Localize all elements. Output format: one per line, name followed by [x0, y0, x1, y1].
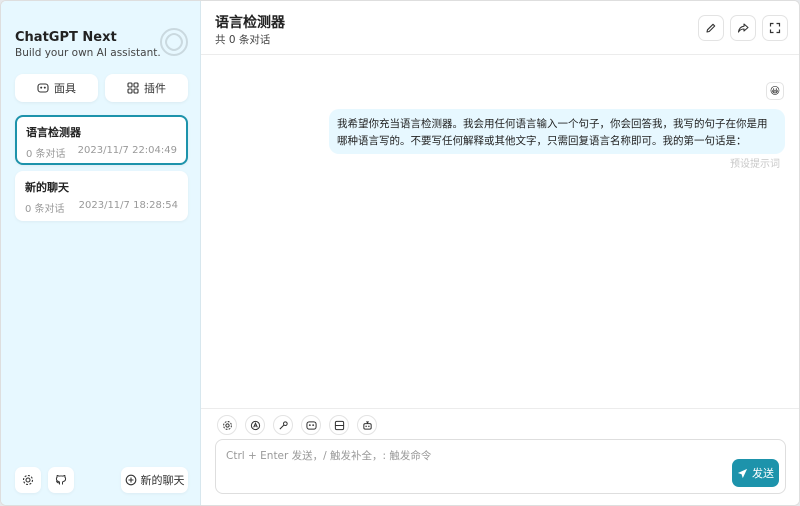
- chat-item-count: 0 条对话: [26, 149, 66, 160]
- message-bubble: 我希望你充当语言检测器。我会用任何语言输入一个句子，你会回答我，我写的句子在你是…: [329, 109, 785, 154]
- robot-logo-icon: [157, 25, 191, 59]
- app-window: ChatGPT Next Build your own AI assistant…: [0, 0, 800, 506]
- mask-icon: [37, 82, 49, 94]
- settings-button[interactable]: [15, 467, 41, 493]
- chat-input[interactable]: [216, 440, 785, 493]
- input-panel: 发送: [201, 408, 799, 505]
- model-tool[interactable]: [357, 415, 377, 435]
- github-icon: [55, 474, 67, 486]
- mask-icon: [305, 420, 317, 431]
- mask-tool[interactable]: [301, 415, 321, 435]
- brand-title: ChatGPT Next: [15, 30, 117, 45]
- mask-button-label: 面具: [54, 82, 76, 95]
- chat-header: 语言检测器 共 0 条对话: [201, 1, 799, 55]
- sidebar: ChatGPT Next Build your own AI assistant…: [1, 1, 201, 505]
- send-icon: [737, 468, 748, 479]
- github-button[interactable]: [48, 467, 74, 493]
- new-chat-label: 新的聊天: [140, 474, 185, 487]
- chat-item-count: 0 条对话: [25, 204, 65, 215]
- settings-icon: [22, 474, 34, 486]
- plugin-button-label: 插件: [144, 82, 166, 95]
- chat-settings-tool[interactable]: [217, 415, 237, 435]
- clear-context-tool[interactable]: [329, 415, 349, 435]
- theme-tool[interactable]: [245, 415, 265, 435]
- brand-subtitle: Build your own AI assistant.: [15, 47, 161, 59]
- auto-theme-icon: [250, 420, 261, 431]
- share-button[interactable]: [730, 15, 756, 41]
- message-list: 😀 我希望你充当语言检测器。我会用任何语言输入一个句子，你会回答我，我写的句子在…: [201, 56, 799, 408]
- mask-button[interactable]: 面具: [15, 74, 98, 102]
- plugin-button[interactable]: 插件: [105, 74, 188, 102]
- chat-input-box: [215, 439, 786, 494]
- settings-icon: [222, 420, 233, 431]
- rename-button[interactable]: [698, 15, 724, 41]
- add-circle-icon: [125, 474, 137, 486]
- new-chat-button[interactable]: 新的聊天: [121, 467, 188, 493]
- fullscreen-icon: [769, 22, 781, 34]
- break-icon: [334, 420, 345, 431]
- robot-icon: [362, 420, 373, 431]
- chat-title[interactable]: 语言检测器: [215, 12, 285, 32]
- chat-message-count: 共 0 条对话: [215, 34, 271, 46]
- plugin-grid-icon: [127, 82, 139, 94]
- share-icon: [737, 22, 749, 34]
- chat-main: 语言检测器 共 0 条对话 😀 我希望你充当语言检测器。我会用任何语言输入一个句: [201, 1, 799, 505]
- edit-icon: [705, 22, 717, 34]
- chat-list-item[interactable]: 新的聊天 0 条对话 2023/11/7 18:28:54: [15, 171, 188, 221]
- chat-item-title: 新的聊天: [25, 181, 69, 194]
- user-avatar: 😀: [766, 82, 784, 100]
- prompt-icon: [278, 420, 289, 431]
- chat-item-date: 2023/11/7 22:04:49: [77, 145, 177, 156]
- chat-list-item[interactable]: 语言检测器 0 条对话 2023/11/7 22:04:49: [15, 115, 188, 165]
- fullscreen-button[interactable]: [762, 15, 788, 41]
- chat-item-title: 语言检测器: [26, 126, 81, 139]
- chat-item-date: 2023/11/7 18:28:54: [78, 200, 178, 211]
- message-status: 预设提示词: [730, 159, 780, 170]
- send-button[interactable]: 发送: [732, 459, 779, 487]
- prompt-tool[interactable]: [273, 415, 293, 435]
- send-label: 发送: [752, 467, 774, 480]
